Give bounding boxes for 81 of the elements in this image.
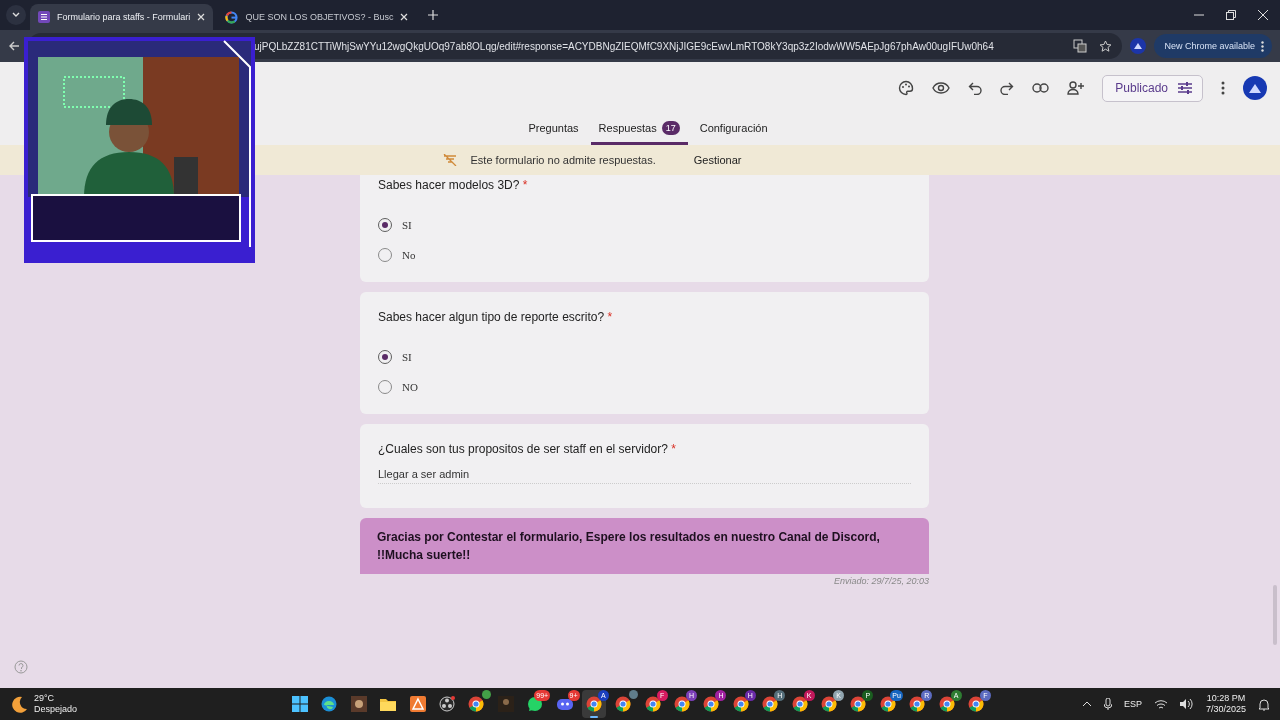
chrome-icon: [821, 696, 838, 712]
close-icon[interactable]: [197, 13, 206, 21]
mountain-icon: [1249, 83, 1261, 93]
gamepad-icon: [556, 697, 573, 711]
banner-message: Este formulario no admite respuestas.: [470, 154, 656, 166]
publish-button[interactable]: Publicado: [1102, 74, 1203, 102]
chrome-icon: [791, 696, 808, 712]
microphone-icon[interactable]: [1103, 698, 1112, 710]
option-label: SI: [402, 351, 412, 363]
browser-tab[interactable]: QUE SON LOS OBJETIVOS? - Busc: [217, 4, 417, 30]
restore-icon[interactable]: [1226, 10, 1236, 20]
chrome-icon: [703, 696, 720, 712]
edge-icon: [321, 696, 338, 712]
required-mark: *: [522, 178, 528, 192]
chrome-icon: [644, 696, 661, 712]
option-label: SI: [402, 219, 412, 231]
form-list-icon: [38, 11, 50, 23]
weather-moon-icon: [10, 695, 28, 713]
update-button[interactable]: New Chrome available: [1154, 34, 1272, 58]
star-icon[interactable]: [1099, 39, 1113, 53]
link-icon[interactable]: [1032, 83, 1050, 93]
required-mark: *: [671, 442, 676, 456]
more-icon[interactable]: [1221, 81, 1225, 95]
sliders-icon: [1178, 82, 1192, 94]
browser-tab[interactable]: Formulario para staffs - Formulari: [30, 4, 214, 30]
manage-link[interactable]: Gestionar: [687, 153, 748, 167]
no-responses-icon: [442, 154, 457, 166]
photo-app-icon: [350, 696, 367, 712]
chrome-icon: [468, 696, 485, 712]
redo-icon[interactable]: [1000, 81, 1015, 95]
chat-icon: [527, 696, 544, 712]
chrome-icon: [938, 696, 955, 712]
option-label: NO: [402, 381, 418, 393]
language-indicator[interactable]: ESP: [1123, 699, 1142, 709]
profile-icon[interactable]: [1130, 38, 1147, 54]
bell-icon[interactable]: [1258, 697, 1270, 711]
temperature: 29°C: [34, 693, 56, 704]
dark-app-icon: [497, 696, 514, 712]
answer-text: Llegar a ser admin: [378, 468, 911, 484]
chrome-icon: [909, 696, 926, 712]
weather-condition: Despejado: [34, 704, 78, 715]
question-title: Sabes hacer modelos 3D?: [378, 178, 520, 192]
chrome-icon: [879, 696, 896, 712]
recorder-icon: [438, 696, 455, 712]
chrome-icon: [762, 696, 779, 712]
tab-search-button[interactable]: [6, 5, 26, 25]
clock[interactable]: 10:28 PM 7/30/2025: [1205, 693, 1246, 715]
undo-icon[interactable]: [968, 81, 983, 95]
translate-icon[interactable]: [1073, 39, 1088, 53]
triangle-app-icon: [409, 696, 426, 712]
avatar[interactable]: [1243, 76, 1267, 100]
form-tab[interactable]: Preguntas: [520, 114, 587, 145]
sent-timestamp: Enviado: 29/7/25, 20:03: [832, 576, 929, 586]
plus-icon[interactable]: [428, 10, 439, 20]
chrome-icon: [968, 696, 984, 712]
back-arrow-icon[interactable]: [8, 40, 20, 52]
close-icon[interactable]: [400, 13, 409, 21]
google-icon: [225, 10, 239, 24]
speaker-icon[interactable]: [1179, 699, 1194, 709]
scrollbar-icon[interactable]: [1272, 585, 1278, 645]
chevron-up-icon[interactable]: [1081, 701, 1092, 707]
palette-icon[interactable]: [898, 80, 915, 96]
question-title: ¿Cuales son tus propositos de ser staff en el servidor?: [378, 442, 668, 456]
windows-icon: [292, 696, 308, 712]
question-title: Sabes hacer algun tipo de reporte escrito?: [378, 310, 605, 324]
wifi-icon[interactable]: [1153, 699, 1168, 709]
eye-icon[interactable]: [932, 82, 951, 94]
more-icon: [1261, 40, 1264, 52]
closing-message: Gracias por Contestar el formulario, Espere los resultados en nuestro Canal de Discord, !!Mucha suerte!!: [360, 518, 929, 574]
count-badge: 17: [661, 121, 680, 135]
option-label: No: [402, 249, 416, 261]
folder-icon: [380, 697, 397, 711]
add-person-icon[interactable]: [1067, 81, 1085, 95]
chrome-icon: [674, 696, 691, 712]
chrome-icon: [615, 696, 632, 712]
chrome-icon: [732, 696, 749, 712]
close-icon[interactable]: [1258, 10, 1268, 20]
chrome-icon: [585, 696, 602, 712]
chrome-icon: [850, 696, 867, 712]
form-tab[interactable]: Configuración: [691, 114, 776, 145]
required-mark: *: [607, 310, 613, 324]
